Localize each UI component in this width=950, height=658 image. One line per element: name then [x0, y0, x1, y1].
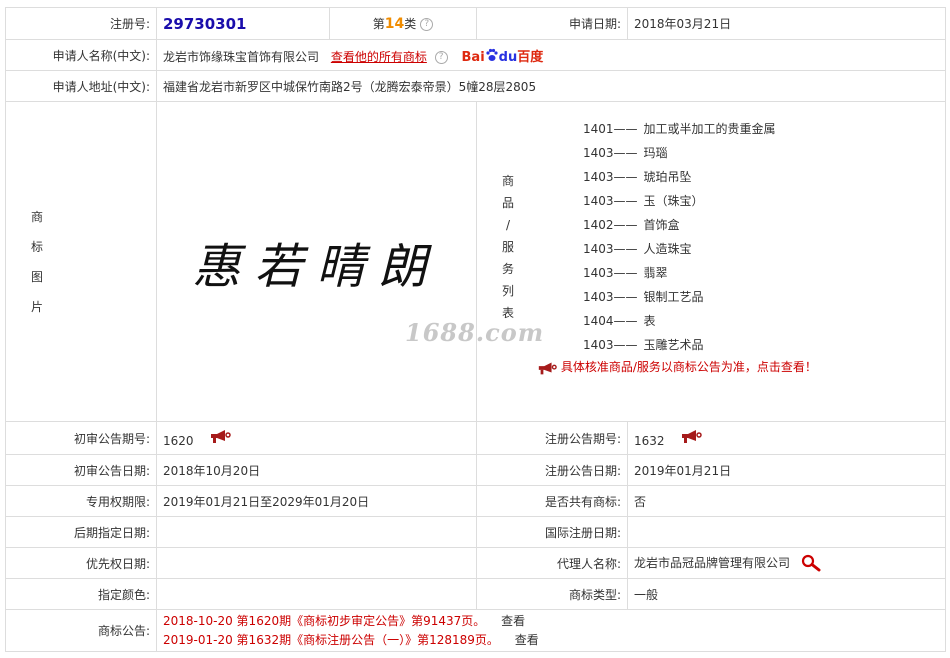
announcement-label: 商标公告:	[5, 609, 157, 652]
designated-color-label: 指定颜色:	[5, 578, 157, 610]
prelim-pub-no-label: 初审公告期号:	[5, 421, 157, 455]
intl-reg-date-value	[627, 516, 946, 548]
goods-item: 1401—— 加工或半加工的贵重金属	[583, 122, 776, 136]
prelim-pub-date-label: 初审公告日期:	[5, 454, 157, 486]
view-all-marks-link[interactable]: 查看他的所有商标	[331, 50, 427, 64]
watermark: 1688.com	[405, 318, 545, 347]
baidu-search-button[interactable]: Bai du百度	[462, 48, 543, 65]
later-designation-value	[156, 516, 477, 548]
mark-image-label: 商 标 图 片	[30, 209, 43, 314]
goods-item: 1404—— 表	[583, 314, 656, 328]
trademark-detail-page: 注册号: 29730301 第14类? 申请日期: 2018年03月21日 申请…	[0, 0, 950, 658]
goods-item: 1403—— 翡翠	[583, 266, 668, 280]
applicant-name-value: 龙岩市饰缘珠宝首饰有限公司	[163, 49, 320, 64]
applicant-addr-value: 福建省龙岩市新罗区中城保竹南路2号（龙腾宏泰帝景）5幢28层2805	[156, 70, 946, 102]
megaphone-icon[interactable]	[680, 429, 703, 443]
shared-mark-label: 是否共有商标:	[476, 485, 628, 517]
goods-item: 1402—— 首饰盒	[583, 218, 680, 232]
mark-type-value: 一般	[627, 578, 946, 610]
agent-name-label: 代理人名称:	[476, 547, 628, 579]
goods-note-link[interactable]: 具体核准商品/服务以商标公告为准，点击查看！	[537, 358, 817, 375]
announcement-item: 2018-10-20 第1620期《商标初步审定公告》第91437页。 查看	[163, 613, 526, 628]
agent-name-value: 龙岩市品冠品牌管理有限公司	[634, 556, 791, 570]
class-cell: 第14类?	[329, 7, 477, 40]
apply-date-value: 2018年03月21日	[627, 7, 946, 40]
mark-image-cell: 商 标 图 片	[5, 101, 157, 422]
megaphone-icon	[538, 362, 557, 374]
reg-pub-no-value: 1632	[634, 433, 665, 448]
megaphone-icon[interactable]	[209, 429, 232, 443]
mark-type-label: 商标类型:	[476, 578, 628, 610]
reg-pub-date-label: 注册公告日期:	[476, 454, 628, 486]
prelim-pub-date-value: 2018年10月20日	[156, 454, 477, 486]
view-announcement-link[interactable]: 查看	[501, 614, 525, 628]
reg-no-label: 注册号:	[5, 7, 157, 40]
reg-pub-date-value: 2019年01月21日	[627, 454, 946, 486]
priority-date-label: 优先权日期:	[5, 547, 157, 579]
goods-item: 1403—— 人造珠宝	[583, 242, 692, 256]
class-number: 14	[384, 16, 405, 32]
goods-item: 1403—— 玉（珠宝）	[583, 194, 704, 208]
help-icon[interactable]: ?	[434, 50, 448, 64]
later-designation-label: 后期指定日期:	[5, 516, 157, 548]
intl-reg-date-label: 国际注册日期:	[476, 516, 628, 548]
designated-color-value	[156, 578, 477, 610]
reg-pub-no-label: 注册公告期号:	[476, 421, 628, 455]
announcement-item: 2019-01-20 第1632期《商标注册公告（一）》第128189页。 查看	[163, 632, 539, 647]
view-announcement-link[interactable]: 查看	[515, 633, 539, 647]
prelim-pub-no-value: 1620	[163, 433, 194, 448]
exclusive-period-label: 专用权期限:	[5, 485, 157, 517]
applicant-name-label: 申请人名称(中文):	[5, 39, 157, 71]
search-icon[interactable]	[800, 554, 822, 572]
goods-list: 1401—— 加工或半加工的贵重金属 1403—— 玛瑙 1403—— 琥珀吊坠 14…	[583, 117, 776, 357]
priority-date-value	[156, 547, 477, 579]
goods-item: 1403—— 银制工艺品	[583, 290, 704, 304]
goods-item: 1403—— 玉雕艺术品	[583, 338, 704, 352]
shared-mark-value: 否	[627, 485, 946, 517]
apply-date-label: 申请日期:	[476, 7, 628, 40]
announcement-list: 2018-10-20 第1620期《商标初步审定公告》第91437页。 查看 2…	[156, 609, 946, 652]
exclusive-period-value: 2019年01月21日至2029年01月20日	[156, 485, 477, 517]
applicant-addr-label: 申请人地址(中文):	[5, 70, 157, 102]
reg-no-value: 29730301	[163, 14, 247, 33]
baidu-paw-icon	[486, 48, 498, 61]
help-icon[interactable]: ?	[420, 18, 434, 31]
trademark-image: 惠若晴朗	[156, 101, 477, 422]
goods-services-label: 商 品 / 服 务 列 表	[501, 174, 514, 320]
goods-item: 1403—— 琥珀吊坠	[583, 170, 692, 184]
goods-item: 1403—— 玛瑙	[583, 146, 668, 160]
